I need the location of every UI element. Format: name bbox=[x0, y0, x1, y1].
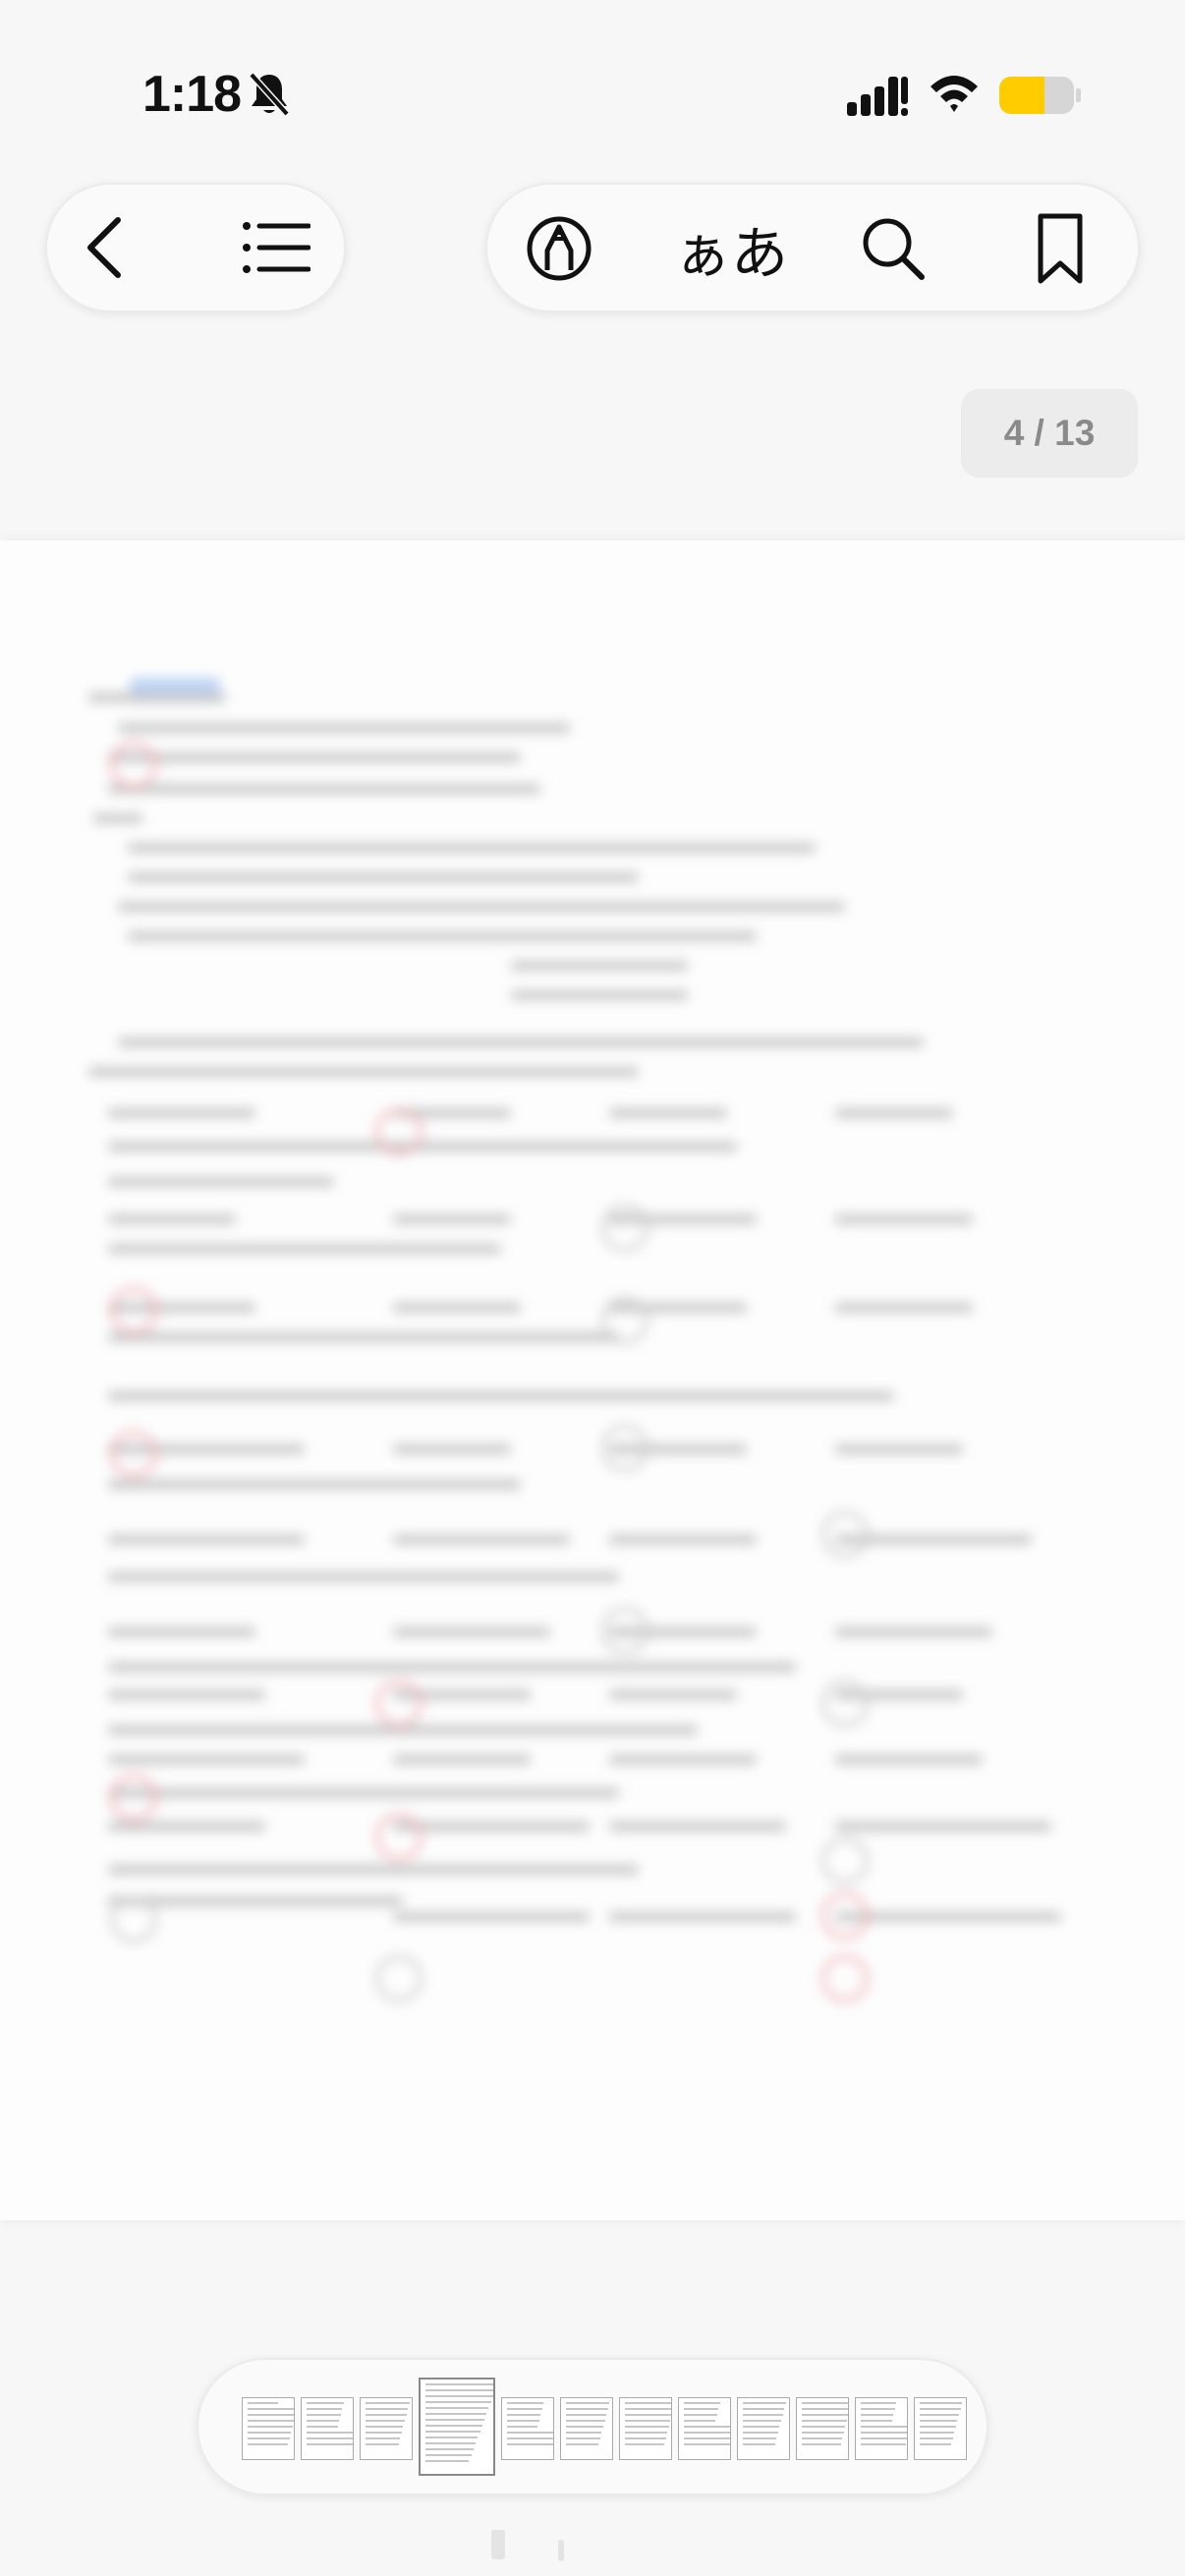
bookmark-icon bbox=[1038, 213, 1083, 284]
status-bar: 1:18 bbox=[0, 0, 1185, 187]
table-of-contents-button[interactable] bbox=[232, 208, 320, 287]
scroll-indicator bbox=[491, 2530, 505, 2559]
nav-left-group bbox=[45, 183, 346, 312]
chevron-left-icon bbox=[87, 217, 121, 278]
battery-icon bbox=[999, 75, 1082, 121]
text-format-button[interactable]: ぁあ bbox=[662, 204, 800, 293]
page-thumbnail-strip bbox=[197, 2358, 988, 2495]
page-thumbnail[interactable] bbox=[855, 2397, 908, 2460]
nav-right-group: ぁあ bbox=[485, 183, 1140, 312]
markup-button[interactable] bbox=[515, 204, 603, 293]
scroll-indicator-secondary bbox=[558, 2540, 564, 2561]
document-content-blurred bbox=[0, 540, 1185, 2220]
page-thumbnail[interactable] bbox=[301, 2397, 354, 2460]
back-button[interactable] bbox=[65, 208, 143, 287]
page-thumbnail[interactable] bbox=[678, 2397, 731, 2460]
document-page[interactable] bbox=[0, 540, 1185, 2220]
cellular-signal-icon bbox=[847, 77, 908, 121]
status-time: 1:18 bbox=[142, 66, 242, 123]
page-counter: 4 / 13 bbox=[961, 389, 1138, 477]
wifi-icon bbox=[929, 71, 980, 119]
pencil-circle-icon bbox=[527, 216, 592, 281]
page-thumbnail[interactable] bbox=[242, 2397, 295, 2460]
page-thumbnail[interactable] bbox=[360, 2397, 413, 2460]
page-thumbnail[interactable] bbox=[419, 2378, 495, 2476]
page-thumbnail[interactable] bbox=[560, 2397, 613, 2460]
page-thumbnail[interactable] bbox=[914, 2397, 967, 2460]
page-thumbnail[interactable] bbox=[619, 2397, 672, 2460]
page-thumbnail[interactable] bbox=[796, 2397, 849, 2460]
page-thumbnail[interactable] bbox=[737, 2397, 790, 2460]
page-thumbnail[interactable] bbox=[501, 2397, 554, 2460]
search-button[interactable] bbox=[849, 204, 937, 293]
bell-off-icon bbox=[248, 71, 291, 123]
bookmark-button[interactable] bbox=[1016, 204, 1104, 293]
search-icon bbox=[863, 218, 925, 280]
list-icon bbox=[243, 222, 310, 273]
